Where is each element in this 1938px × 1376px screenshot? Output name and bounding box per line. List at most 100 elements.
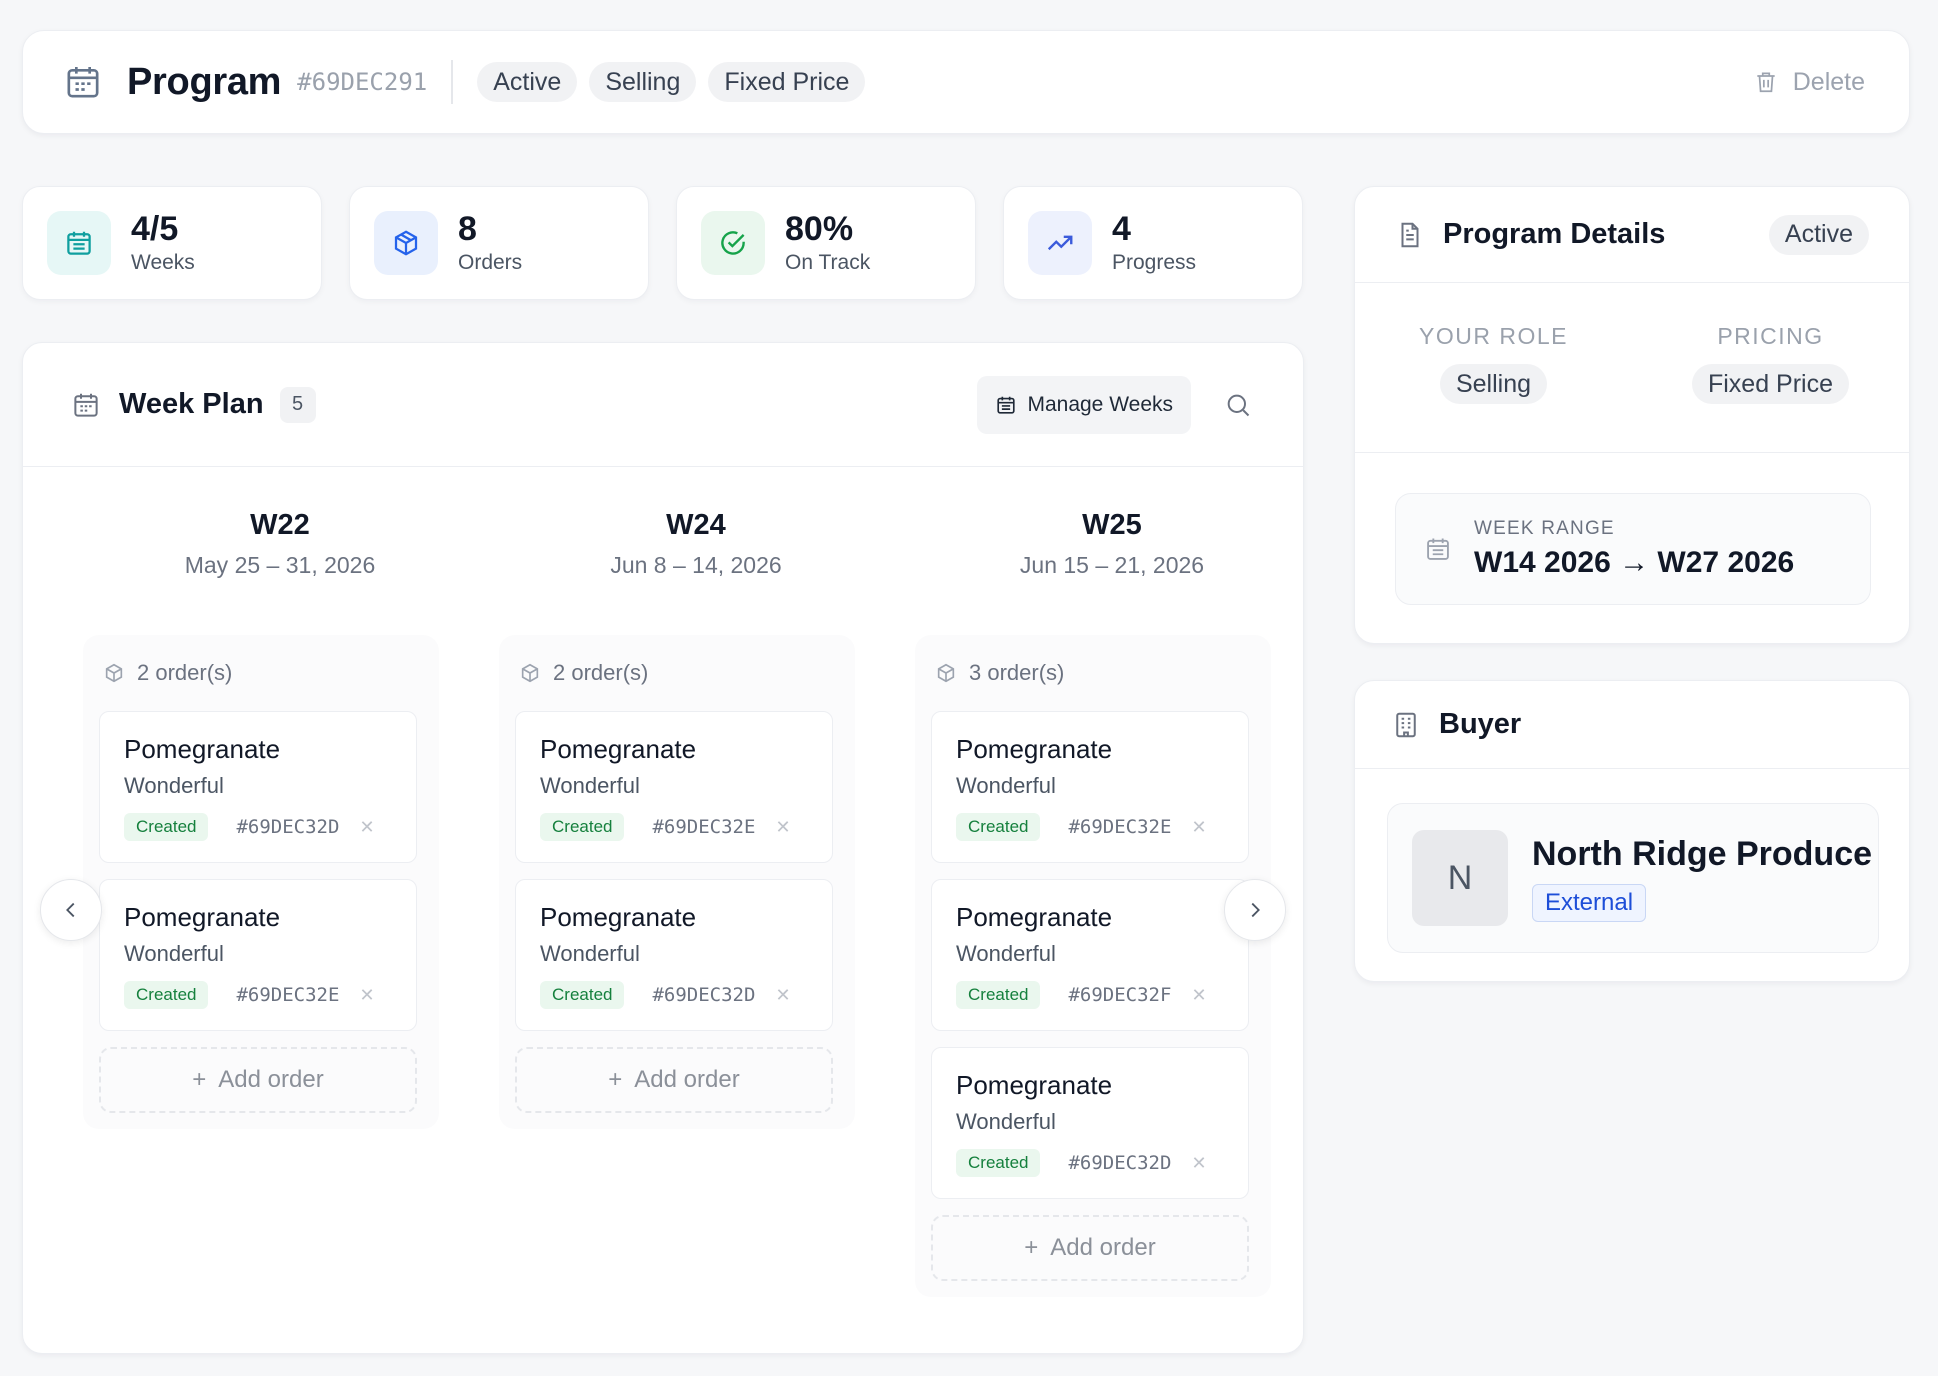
order-count: 2 order(s) [99, 635, 423, 711]
add-order-label: Add order [634, 1066, 740, 1093]
role-value: Selling [1439, 364, 1548, 404]
status-badge: Created [124, 981, 209, 1009]
box-icon [105, 663, 123, 683]
remove-icon[interactable]: ✕ [775, 985, 790, 1006]
calendar-icon [63, 62, 103, 102]
buyer-panel: Buyer N North Ridge Produce External [1354, 680, 1910, 982]
week-plan-title: Week Plan [119, 388, 264, 420]
buyer-header: Buyer [1355, 681, 1909, 769]
role-key: YOUR ROLE [1419, 323, 1568, 349]
trending-up-icon [1028, 211, 1092, 275]
stat-value: 4 [1112, 210, 1131, 248]
chevron-left-icon [66, 902, 75, 918]
order-card[interactable]: Pomegranate Wonderful Created #69DEC32D … [931, 1047, 1249, 1199]
search-button[interactable] [1221, 388, 1255, 422]
check-circle-icon [701, 211, 765, 275]
box-icon [521, 663, 539, 683]
week-column-w22: 2 order(s) Pomegranate Wonderful Created… [83, 635, 439, 1129]
manage-weeks-button[interactable]: Manage Weeks [977, 375, 1191, 434]
week-header-w25: W25 Jun 15 – 21, 2026 [942, 509, 1282, 579]
pricing-value: Fixed Price [1691, 364, 1850, 404]
add-order-button[interactable]: + Add order [99, 1047, 417, 1113]
calendar-icon [997, 396, 1016, 414]
remove-icon[interactable]: ✕ [359, 985, 374, 1006]
remove-icon[interactable]: ✕ [359, 817, 374, 838]
product-name: Pomegranate [956, 734, 1113, 764]
delete-button[interactable]: Delete [1745, 60, 1873, 105]
divider [451, 60, 454, 104]
remove-icon[interactable]: ✕ [775, 817, 790, 838]
order-id: #69DEC32D [236, 816, 340, 838]
manage-weeks-label: Manage Weeks [1027, 392, 1173, 416]
order-card[interactable]: Pomegranate Wonderful Created #69DEC32E … [931, 711, 1249, 863]
week-header-w22: W22 May 25 – 31, 2026 [110, 509, 450, 579]
buyer-title: Buyer [1439, 708, 1522, 740]
order-card[interactable]: Pomegranate Wonderful Created #69DEC32D … [99, 711, 417, 863]
stat-card-orders: 8 Orders [349, 186, 649, 300]
product-name: Pomegranate [540, 902, 697, 932]
page-title: Program [127, 60, 282, 103]
order-count-label: 2 order(s) [553, 660, 649, 685]
buyer-type-badge: External [1532, 883, 1647, 922]
week-column-w25: 3 order(s) Pomegranate Wonderful Created… [915, 635, 1271, 1297]
plus-icon: + [192, 1066, 207, 1093]
order-count-label: 3 order(s) [969, 660, 1065, 685]
stat-card-progress: 4 Progress [1003, 186, 1303, 300]
program-details-panel: Program Details Active YOUR ROLE Selling… [1354, 186, 1910, 644]
remove-icon[interactable]: ✕ [1191, 1153, 1206, 1174]
stat-value: 80% [785, 210, 854, 248]
program-header: Program #69DEC291 Active Selling Fixed P… [22, 30, 1910, 134]
week-dates: May 25 – 31, 2026 [184, 552, 376, 578]
week-label: W24 [666, 509, 726, 541]
chevron-right-icon [1251, 902, 1260, 918]
box-icon [374, 211, 438, 275]
pricing-badge: Fixed Price [708, 62, 866, 102]
variety-name: Wonderful [124, 941, 224, 966]
stat-card-weeks: 4/5 Weeks [22, 186, 322, 300]
week-plan-header: Week Plan 5 Manage Weeks [23, 343, 1303, 467]
search-icon [1227, 394, 1250, 416]
product-name: Pomegranate [956, 1070, 1113, 1100]
plus-icon: + [1024, 1234, 1039, 1261]
week-header-w24: W24 Jun 8 – 14, 2026 [526, 509, 866, 579]
stat-label: Progress [1112, 251, 1197, 274]
variety-name: Wonderful [124, 773, 224, 798]
week-range-value: W14 2026 → W27 2026 [1474, 546, 1795, 579]
order-id: #69DEC32D [652, 984, 756, 1006]
remove-icon[interactable]: ✕ [1191, 985, 1206, 1006]
calendar-icon [1424, 535, 1452, 563]
variety-name: Wonderful [540, 773, 640, 798]
status-badge: Active [477, 62, 578, 102]
order-id: #69DEC32F [1068, 984, 1172, 1006]
pricing-field: PRICING Fixed Price [1632, 283, 1909, 452]
status-badge: Created [956, 813, 1041, 841]
week-label: W22 [250, 509, 310, 541]
calendar-icon [47, 211, 111, 275]
week-dates: Jun 8 – 14, 2026 [610, 552, 782, 578]
avatar: N [1412, 830, 1508, 926]
product-name: Pomegranate [124, 902, 281, 932]
stat-label: Orders [458, 251, 523, 274]
order-count: 3 order(s) [931, 635, 1255, 711]
week-plan-panel: Week Plan 5 Manage Weeks W22 May 25 – 31… [22, 342, 1304, 1354]
product-name: Pomegranate [124, 734, 281, 764]
buyer-card[interactable]: N North Ridge Produce External [1387, 803, 1879, 953]
pricing-key: PRICING [1717, 323, 1824, 349]
previous-week-button[interactable] [40, 879, 102, 941]
add-order-button[interactable]: + Add order [515, 1047, 833, 1113]
add-order-button[interactable]: + Add order [931, 1215, 1249, 1281]
stat-card-on-track: 80% On Track [676, 186, 976, 300]
trash-icon [1757, 72, 1775, 93]
status-badge: Created [540, 813, 625, 841]
remove-icon[interactable]: ✕ [1191, 817, 1206, 838]
order-card[interactable]: Pomegranate Wonderful Created #69DEC32E … [99, 879, 417, 1031]
variety-name: Wonderful [540, 941, 640, 966]
status-badge: Created [540, 981, 625, 1009]
role-field: YOUR ROLE Selling [1355, 283, 1632, 452]
order-card[interactable]: Pomegranate Wonderful Created #69DEC32F … [931, 879, 1249, 1031]
order-card[interactable]: Pomegranate Wonderful Created #69DEC32E … [515, 711, 833, 863]
stat-label: On Track [785, 251, 871, 274]
next-week-button[interactable] [1224, 879, 1286, 941]
variety-name: Wonderful [956, 1109, 1056, 1134]
order-card[interactable]: Pomegranate Wonderful Created #69DEC32D … [515, 879, 833, 1031]
